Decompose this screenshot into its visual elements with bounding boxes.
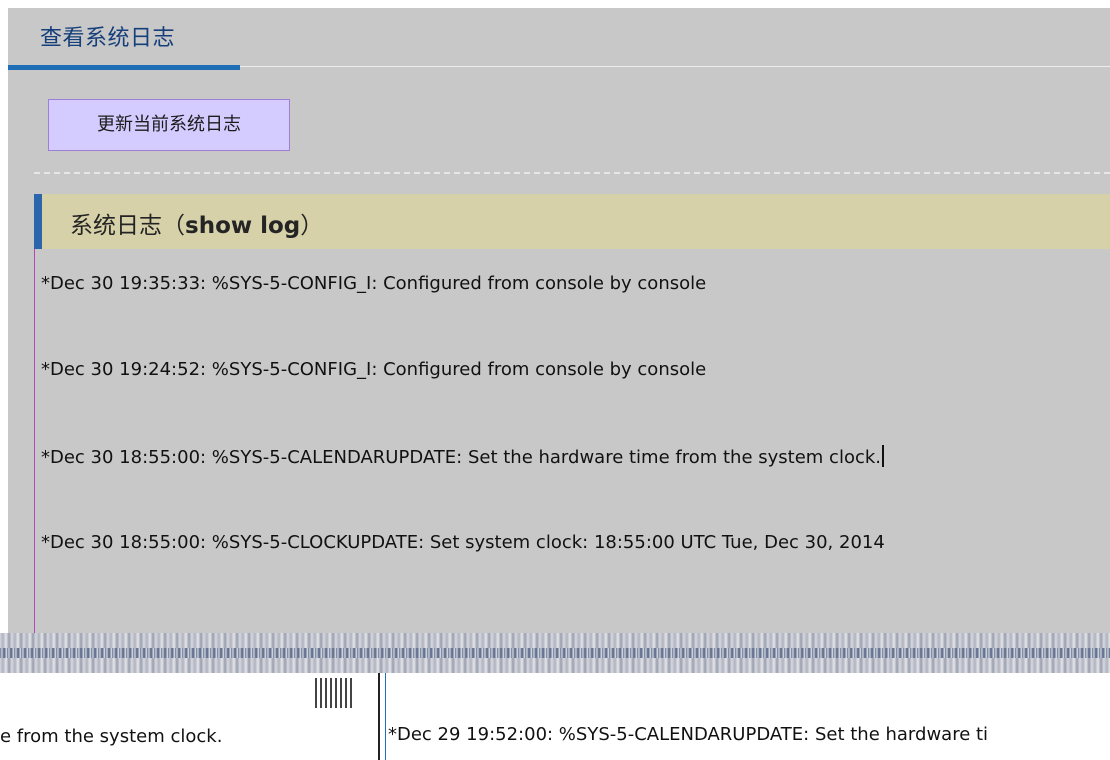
log-line: *Dec 30 18:55:00: %SYS-5-CLOCKUPDATE: Se… (41, 532, 885, 553)
lower-divider-dark (378, 673, 380, 760)
render-glitch-band-dark (0, 648, 1110, 658)
section-header: 系统日志（show log） (34, 194, 1110, 249)
section-title-suffix: ） (300, 213, 324, 239)
top-margin (0, 0, 1110, 8)
log-line: *Dec 30 18:55:00: %SYS-5-CALENDARUPDATE:… (41, 445, 885, 468)
tab-view-system-log[interactable]: 查看系统日志 (40, 20, 175, 52)
section-title-command: show log (185, 213, 301, 239)
lower-left-log-fragment: e from the system clock. (0, 726, 223, 747)
dashed-divider (34, 172, 1110, 174)
lower-right-log-fragment: *Dec 29 19:52:00: %SYS-5-CALENDARUPDATE:… (388, 724, 989, 745)
log-line-text: *Dec 30 18:55:00: %SYS-5-CALENDARUPDATE:… (41, 447, 882, 468)
section-title: 系统日志（show log） (70, 206, 323, 240)
log-text-area[interactable]: *Dec 30 19:35:33: %SYS-5-CONFIG_I: Confi… (34, 249, 1110, 633)
page: 查看系统日志 更新当前系统日志 系统日志（show log） *Dec 30 1… (0, 0, 1110, 760)
glitch-bars (315, 678, 355, 708)
log-panel: 查看系统日志 更新当前系统日志 系统日志（show log） *Dec 30 1… (8, 8, 1110, 633)
section-title-prefix: 系统日志（ (70, 213, 185, 239)
refresh-log-button[interactable]: 更新当前系统日志 (48, 99, 290, 151)
lower-divider-blue (385, 673, 386, 760)
section-accent-bar (34, 194, 42, 249)
text-cursor (882, 445, 885, 467)
log-line: *Dec 30 19:24:52: %SYS-5-CONFIG_I: Confi… (41, 359, 707, 380)
tab-active-indicator (8, 65, 240, 70)
log-line: *Dec 30 19:35:33: %SYS-5-CONFIG_I: Confi… (41, 273, 707, 294)
